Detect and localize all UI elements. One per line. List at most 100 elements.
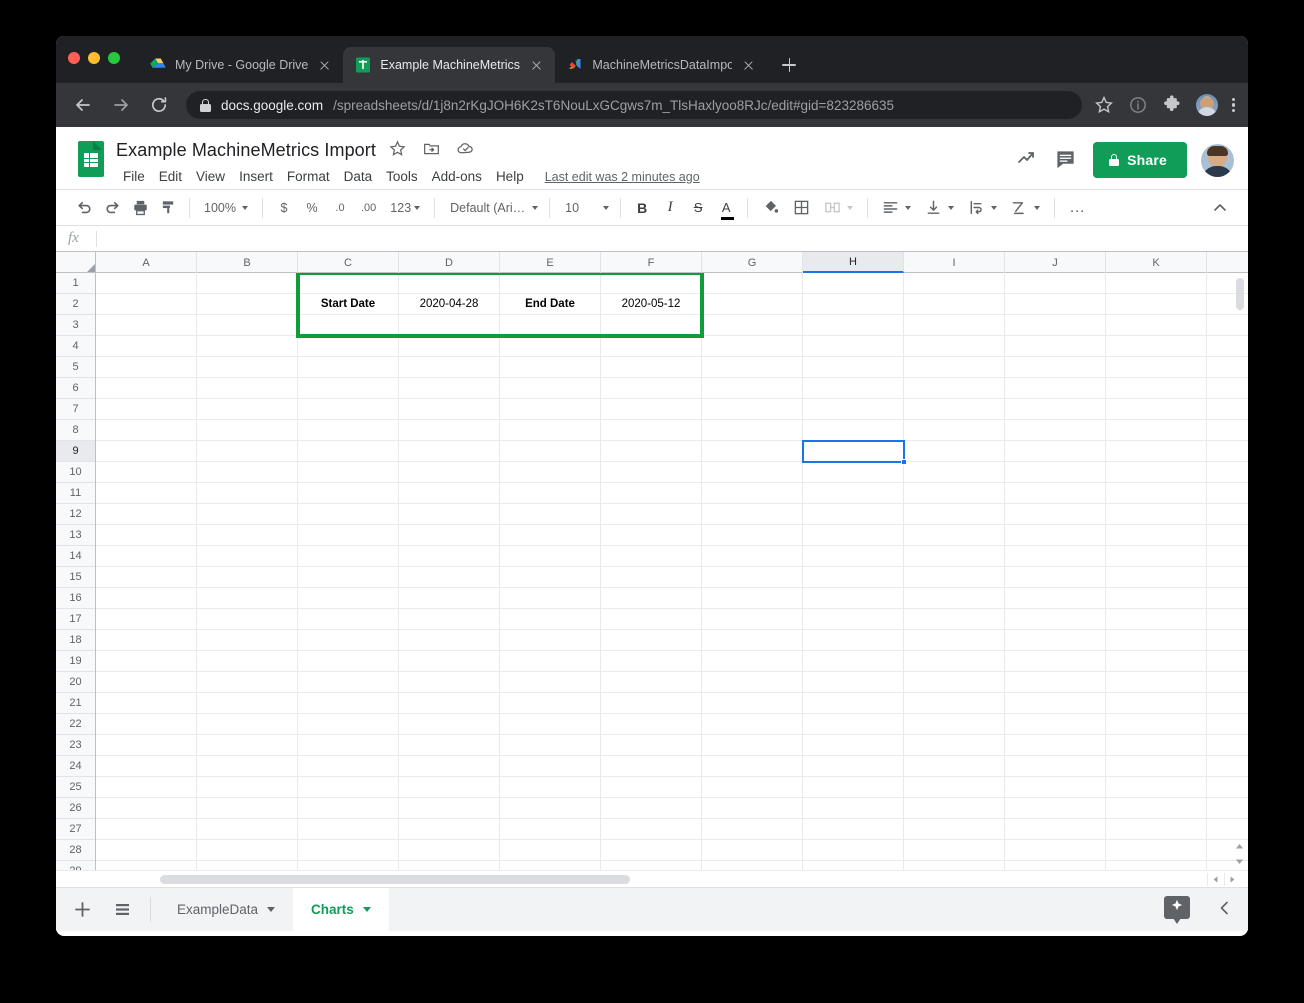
cell-C26[interactable] (298, 798, 399, 819)
activity-trend-icon[interactable] (1009, 141, 1047, 179)
cell-E3[interactable] (500, 315, 601, 336)
cell-H18[interactable] (803, 630, 904, 651)
cell-A2[interactable] (96, 294, 197, 315)
cell-E20[interactable] (500, 672, 601, 693)
cell-F1[interactable] (601, 273, 702, 294)
cell-C4[interactable] (298, 336, 399, 357)
cell-E1[interactable] (500, 273, 601, 294)
cell-B3[interactable] (197, 315, 298, 336)
cell-D23[interactable] (399, 735, 500, 756)
column-header-k[interactable]: K (1106, 252, 1207, 273)
cell-D3[interactable] (399, 315, 500, 336)
cell-F10[interactable] (601, 462, 702, 483)
cell-C18[interactable] (298, 630, 399, 651)
cell-I29[interactable] (904, 861, 1005, 870)
cell-B6[interactable] (197, 378, 298, 399)
percent-icon[interactable]: % (298, 195, 326, 221)
cell-A6[interactable] (96, 378, 197, 399)
column-header-g[interactable]: G (702, 252, 803, 273)
cell-E18[interactable] (500, 630, 601, 651)
cell-G27[interactable] (702, 819, 803, 840)
cell-K2[interactable] (1106, 294, 1207, 315)
cell-A11[interactable] (96, 483, 197, 504)
cell-E14[interactable] (500, 546, 601, 567)
cell-J28[interactable] (1005, 840, 1106, 861)
cell-F4[interactable] (601, 336, 702, 357)
star-icon[interactable] (1094, 95, 1114, 115)
cell-G20[interactable] (702, 672, 803, 693)
cell-E11[interactable] (500, 483, 601, 504)
menu-view[interactable]: View (189, 166, 232, 187)
browser-tab-my-drive[interactable]: My Drive - Google Drive (138, 47, 343, 83)
cell-E6[interactable] (500, 378, 601, 399)
cell-C2[interactable]: Start Date (298, 294, 399, 315)
more-options-icon[interactable]: … (1062, 195, 1094, 221)
cell-G16[interactable] (702, 588, 803, 609)
cell-C22[interactable] (298, 714, 399, 735)
cell-K29[interactable] (1106, 861, 1207, 870)
cell-I20[interactable] (904, 672, 1005, 693)
kebab-menu-icon[interactable] (1232, 96, 1236, 115)
cell-A23[interactable] (96, 735, 197, 756)
cell-H17[interactable] (803, 609, 904, 630)
cell-F20[interactable] (601, 672, 702, 693)
cell-H16[interactable] (803, 588, 904, 609)
cell-G24[interactable] (702, 756, 803, 777)
cell-G18[interactable] (702, 630, 803, 651)
row-header-7[interactable]: 7 (56, 399, 95, 420)
cell-G19[interactable] (702, 651, 803, 672)
redo-icon[interactable] (98, 195, 126, 221)
scroll-down-button[interactable] (1234, 854, 1245, 865)
cell-F25[interactable] (601, 777, 702, 798)
cell-A20[interactable] (96, 672, 197, 693)
cell-E9[interactable] (500, 441, 601, 462)
cell-D5[interactable] (399, 357, 500, 378)
cell-D24[interactable] (399, 756, 500, 777)
cell-E4[interactable] (500, 336, 601, 357)
row-header-17[interactable]: 17 (56, 609, 95, 630)
cell-F27[interactable] (601, 819, 702, 840)
menu-data[interactable]: Data (337, 166, 380, 187)
cell-J3[interactable] (1005, 315, 1106, 336)
cell-C10[interactable] (298, 462, 399, 483)
cell-B18[interactable] (197, 630, 298, 651)
cell-A15[interactable] (96, 567, 197, 588)
cell-F3[interactable] (601, 315, 702, 336)
last-edit-status[interactable]: Last edit was 2 minutes ago (545, 170, 700, 184)
cell-E10[interactable] (500, 462, 601, 483)
cell-A16[interactable] (96, 588, 197, 609)
cell-D25[interactable] (399, 777, 500, 798)
row-header-11[interactable]: 11 (56, 483, 95, 504)
cell-K28[interactable] (1106, 840, 1207, 861)
cell-H15[interactable] (803, 567, 904, 588)
cell-G25[interactable] (702, 777, 803, 798)
cell-F23[interactable] (601, 735, 702, 756)
cell-I26[interactable] (904, 798, 1005, 819)
cell-D6[interactable] (399, 378, 500, 399)
cell-B20[interactable] (197, 672, 298, 693)
chevron-down-icon[interactable] (267, 907, 276, 912)
cell-B12[interactable] (197, 504, 298, 525)
row-header-15[interactable]: 15 (56, 567, 95, 588)
cell-G21[interactable] (702, 693, 803, 714)
text-rotation-icon[interactable] (1004, 195, 1047, 221)
merge-cells-icon[interactable] (817, 195, 860, 221)
cell-H7[interactable] (803, 399, 904, 420)
cell-J15[interactable] (1005, 567, 1106, 588)
cell-D13[interactable] (399, 525, 500, 546)
cell-D1[interactable] (399, 273, 500, 294)
cell-J14[interactable] (1005, 546, 1106, 567)
cell-B28[interactable] (197, 840, 298, 861)
cell-J16[interactable] (1005, 588, 1106, 609)
menu-insert[interactable]: Insert (232, 166, 280, 187)
cell-E19[interactable] (500, 651, 601, 672)
cell-J29[interactable] (1005, 861, 1106, 870)
cell-G2[interactable] (702, 294, 803, 315)
cell-J11[interactable] (1005, 483, 1106, 504)
cell-G8[interactable] (702, 420, 803, 441)
cell-G11[interactable] (702, 483, 803, 504)
cell-I11[interactable] (904, 483, 1005, 504)
cell-D7[interactable] (399, 399, 500, 420)
cell-J5[interactable] (1005, 357, 1106, 378)
vertical-scroll-thumb[interactable] (1236, 278, 1244, 310)
